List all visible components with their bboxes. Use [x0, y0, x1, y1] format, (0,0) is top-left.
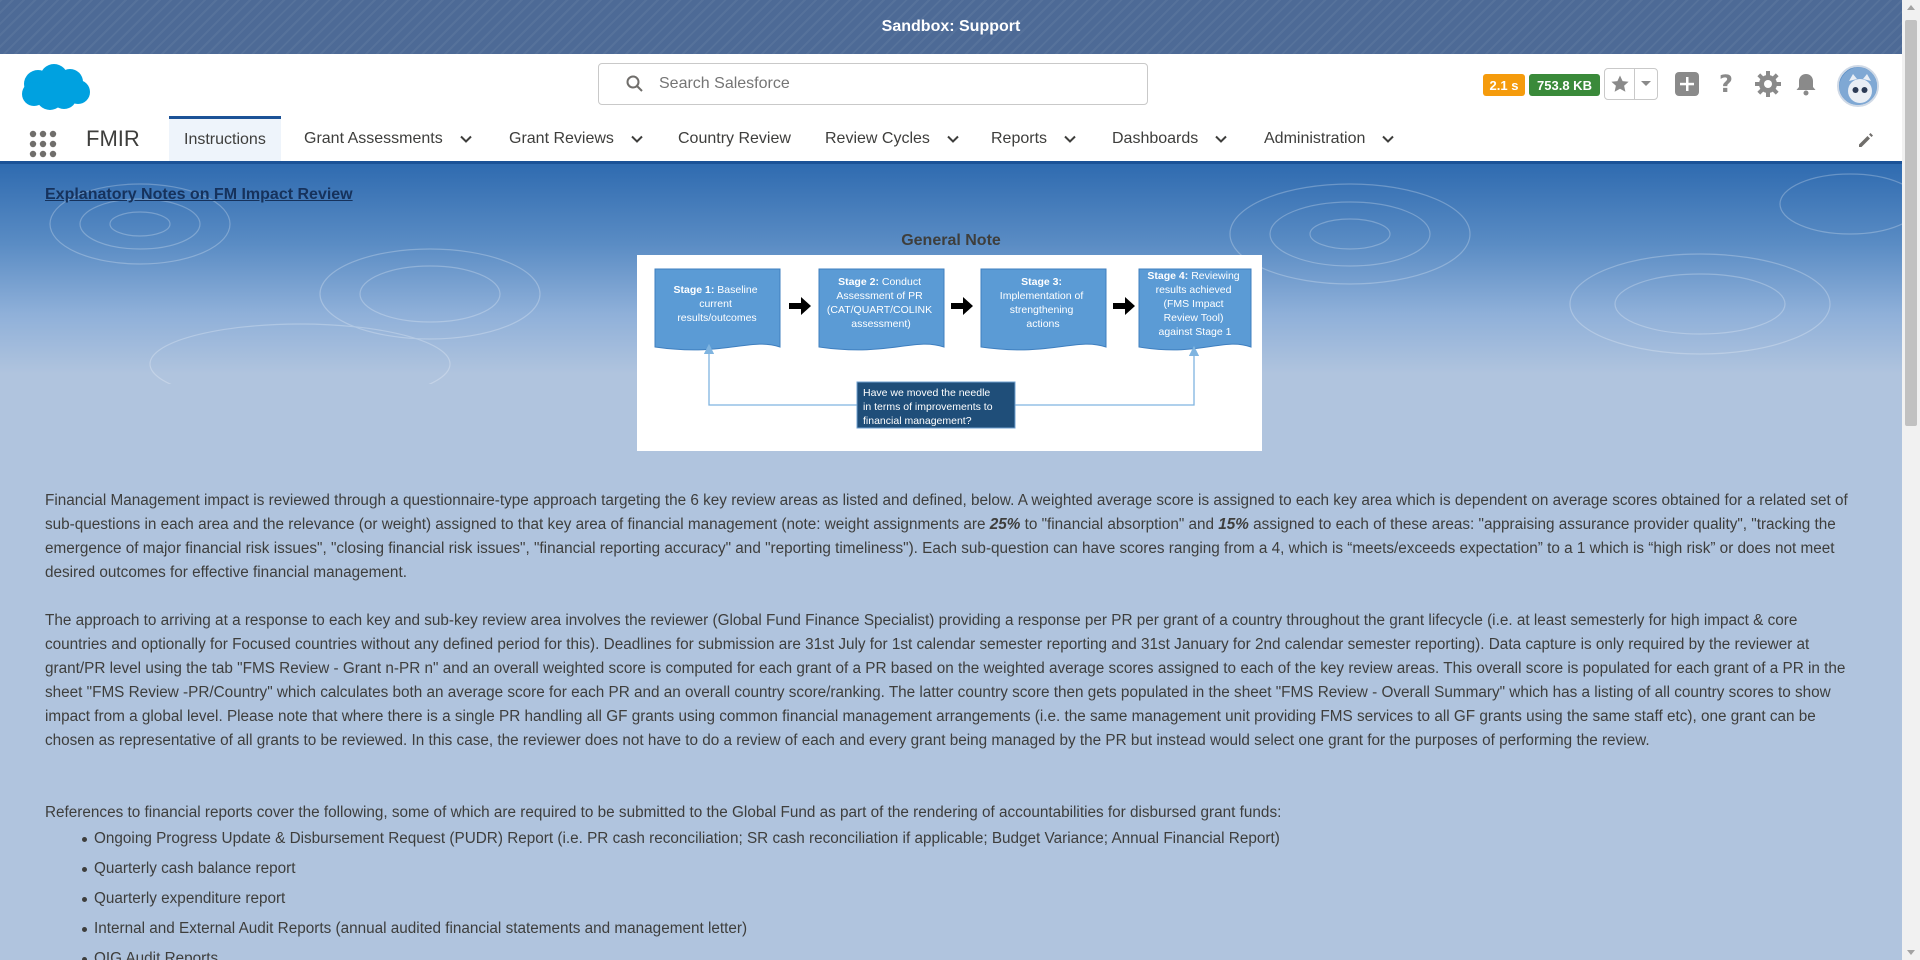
- list-item: Quarterly expenditure report: [82, 887, 1854, 917]
- stage-1-line-1: Baseline: [717, 284, 757, 296]
- tab-grant-reviews[interactable]: Grant Reviews: [509, 116, 644, 161]
- tab-review-cycles[interactable]: Review Cycles: [825, 116, 960, 161]
- app-nav-bar: FMIR Instructions Grant Assessments Gran…: [0, 116, 1902, 164]
- salesforce-logo[interactable]: [18, 62, 92, 114]
- setup-gear-icon[interactable]: [1754, 70, 1782, 98]
- sandbox-banner: Sandbox: Support: [0, 0, 1902, 54]
- tab-label: Instructions: [184, 131, 266, 148]
- tab-label: Dashboards: [1112, 129, 1199, 147]
- tab-label: Review Cycles: [825, 129, 930, 147]
- global-search[interactable]: [598, 63, 1148, 105]
- list-item: Internal and External Audit Reports (ann…: [82, 917, 1854, 947]
- favorite-star-icon[interactable]: [1605, 69, 1635, 99]
- global-add-icon[interactable]: [1673, 70, 1701, 98]
- question-line-1: Have we moved the needle: [863, 387, 990, 399]
- chevron-down-icon[interactable]: [1381, 132, 1395, 146]
- stage-3-line-1: Implementation of: [1000, 290, 1084, 302]
- list-item: OIG Audit Reports: [82, 947, 1854, 960]
- tab-label: Reports: [991, 129, 1048, 147]
- list-item: Ongoing Progress Update & Disbursement R…: [82, 827, 1854, 857]
- stage-2-line-3: (CAT/QUART/COLINK: [827, 304, 932, 316]
- avatar[interactable]: [1837, 65, 1879, 107]
- perf-time-badge[interactable]: 2.1 s: [1483, 74, 1525, 96]
- stage-4-line-2: results achieved: [1156, 284, 1232, 296]
- stage-box-2: Stage 2: Conduct Assessment of PR (CAT/Q…: [818, 268, 945, 351]
- tab-country-review[interactable]: Country Review: [678, 116, 791, 161]
- svg-text:?: ?: [1719, 71, 1733, 97]
- arrow-right-icon: [951, 297, 973, 315]
- tab-dashboards[interactable]: Dashboards: [1112, 116, 1228, 161]
- stage-2-line-2: Assessment of PR: [836, 290, 923, 302]
- stage-4-line-1: Reviewing: [1191, 270, 1240, 282]
- tab-administration[interactable]: Administration: [1264, 116, 1395, 161]
- question-line-2: in terms of improvements to: [863, 401, 993, 413]
- app-launcher-icon[interactable]: [28, 129, 58, 159]
- global-header: 2.1 s 753.8 KB ?: [0, 54, 1902, 116]
- paragraph-review-approach: Financial Management impact is reviewed …: [45, 492, 1848, 581]
- stage-box-1: Stage 1: Baseline current results/outcom…: [654, 268, 781, 351]
- stage-3-line-3: actions: [1026, 318, 1059, 330]
- paragraph-response-process: The approach to arriving at a response t…: [45, 612, 1846, 749]
- page-title: Explanatory Notes on FM Impact Review: [45, 186, 353, 203]
- references-list: Ongoing Progress Update & Disbursement R…: [82, 827, 1854, 960]
- tab-label: Administration: [1264, 129, 1366, 147]
- edit-pencil-icon[interactable]: [1856, 130, 1876, 150]
- stage-2-line-4: assessment): [851, 318, 911, 330]
- stage-4-line-5: against Stage 1: [1159, 326, 1232, 338]
- tab-reports[interactable]: Reports: [991, 116, 1077, 161]
- help-icon[interactable]: ?: [1712, 70, 1740, 98]
- arrow-right-icon: [789, 297, 811, 315]
- notifications-bell-icon[interactable]: [1792, 70, 1820, 98]
- instructions-content: Explanatory Notes on FM Impact Review Ge…: [0, 164, 1902, 960]
- stage-1-title: Stage 1:: [674, 284, 715, 296]
- stage-box-3: Stage 3: Implementation of strengthening…: [980, 268, 1107, 351]
- arrow-right-icon: [1113, 297, 1135, 315]
- stage-box-4: Stage 4: Reviewing results achieved (FMS…: [1138, 268, 1252, 351]
- app-name: FMIR: [86, 126, 140, 151]
- favorites-list-icon[interactable]: [1635, 69, 1657, 99]
- stage-1-line-2: current: [699, 298, 732, 310]
- tab-label: Country Review: [678, 129, 791, 147]
- page-scrollbar[interactable]: [1902, 0, 1920, 960]
- chevron-down-icon[interactable]: [630, 132, 644, 146]
- general-note-heading: General Note: [901, 232, 1001, 249]
- chevron-down-icon[interactable]: [1214, 132, 1228, 146]
- tab-instructions[interactable]: Instructions: [169, 116, 281, 161]
- perf-size-badge[interactable]: 753.8 KB: [1529, 74, 1600, 96]
- chevron-down-icon[interactable]: [946, 132, 960, 146]
- stage-4-line-4: Review Tool): [1164, 312, 1224, 324]
- process-diagram: Stage 1: Baseline current results/outcom…: [637, 255, 1262, 451]
- question-box: Have we moved the needle in terms of imp…: [856, 381, 1016, 429]
- question-line-3: financial management?: [863, 415, 972, 427]
- favorites-group: [1604, 68, 1658, 100]
- tab-label: Grant Reviews: [509, 129, 614, 147]
- stage-3-title: Stage 3:: [1021, 276, 1062, 288]
- list-item: Quarterly cash balance report: [82, 857, 1854, 887]
- stage-2-title: Stage 2:: [838, 276, 879, 288]
- stage-4-line-3: (FMS Impact: [1163, 298, 1223, 310]
- paragraph-references-intro: References to financial reports cover th…: [45, 804, 1282, 821]
- scrollbar-thumb[interactable]: [1905, 20, 1917, 426]
- tab-grant-assessments[interactable]: Grant Assessments: [304, 116, 473, 161]
- search-input[interactable]: [659, 75, 1099, 93]
- chevron-down-icon[interactable]: [459, 132, 473, 146]
- stage-1-line-3: results/outcomes: [677, 312, 756, 324]
- tab-label: Grant Assessments: [304, 129, 443, 147]
- stage-4-title: Stage 4:: [1147, 270, 1188, 282]
- scroll-down-arrow-icon[interactable]: [1907, 950, 1915, 955]
- stage-2-line-1: Conduct: [882, 276, 921, 288]
- scroll-up-arrow-icon[interactable]: [1907, 5, 1915, 10]
- chevron-down-icon[interactable]: [1063, 132, 1077, 146]
- search-icon: [626, 75, 643, 92]
- stage-3-line-2: strengthening: [1010, 304, 1074, 316]
